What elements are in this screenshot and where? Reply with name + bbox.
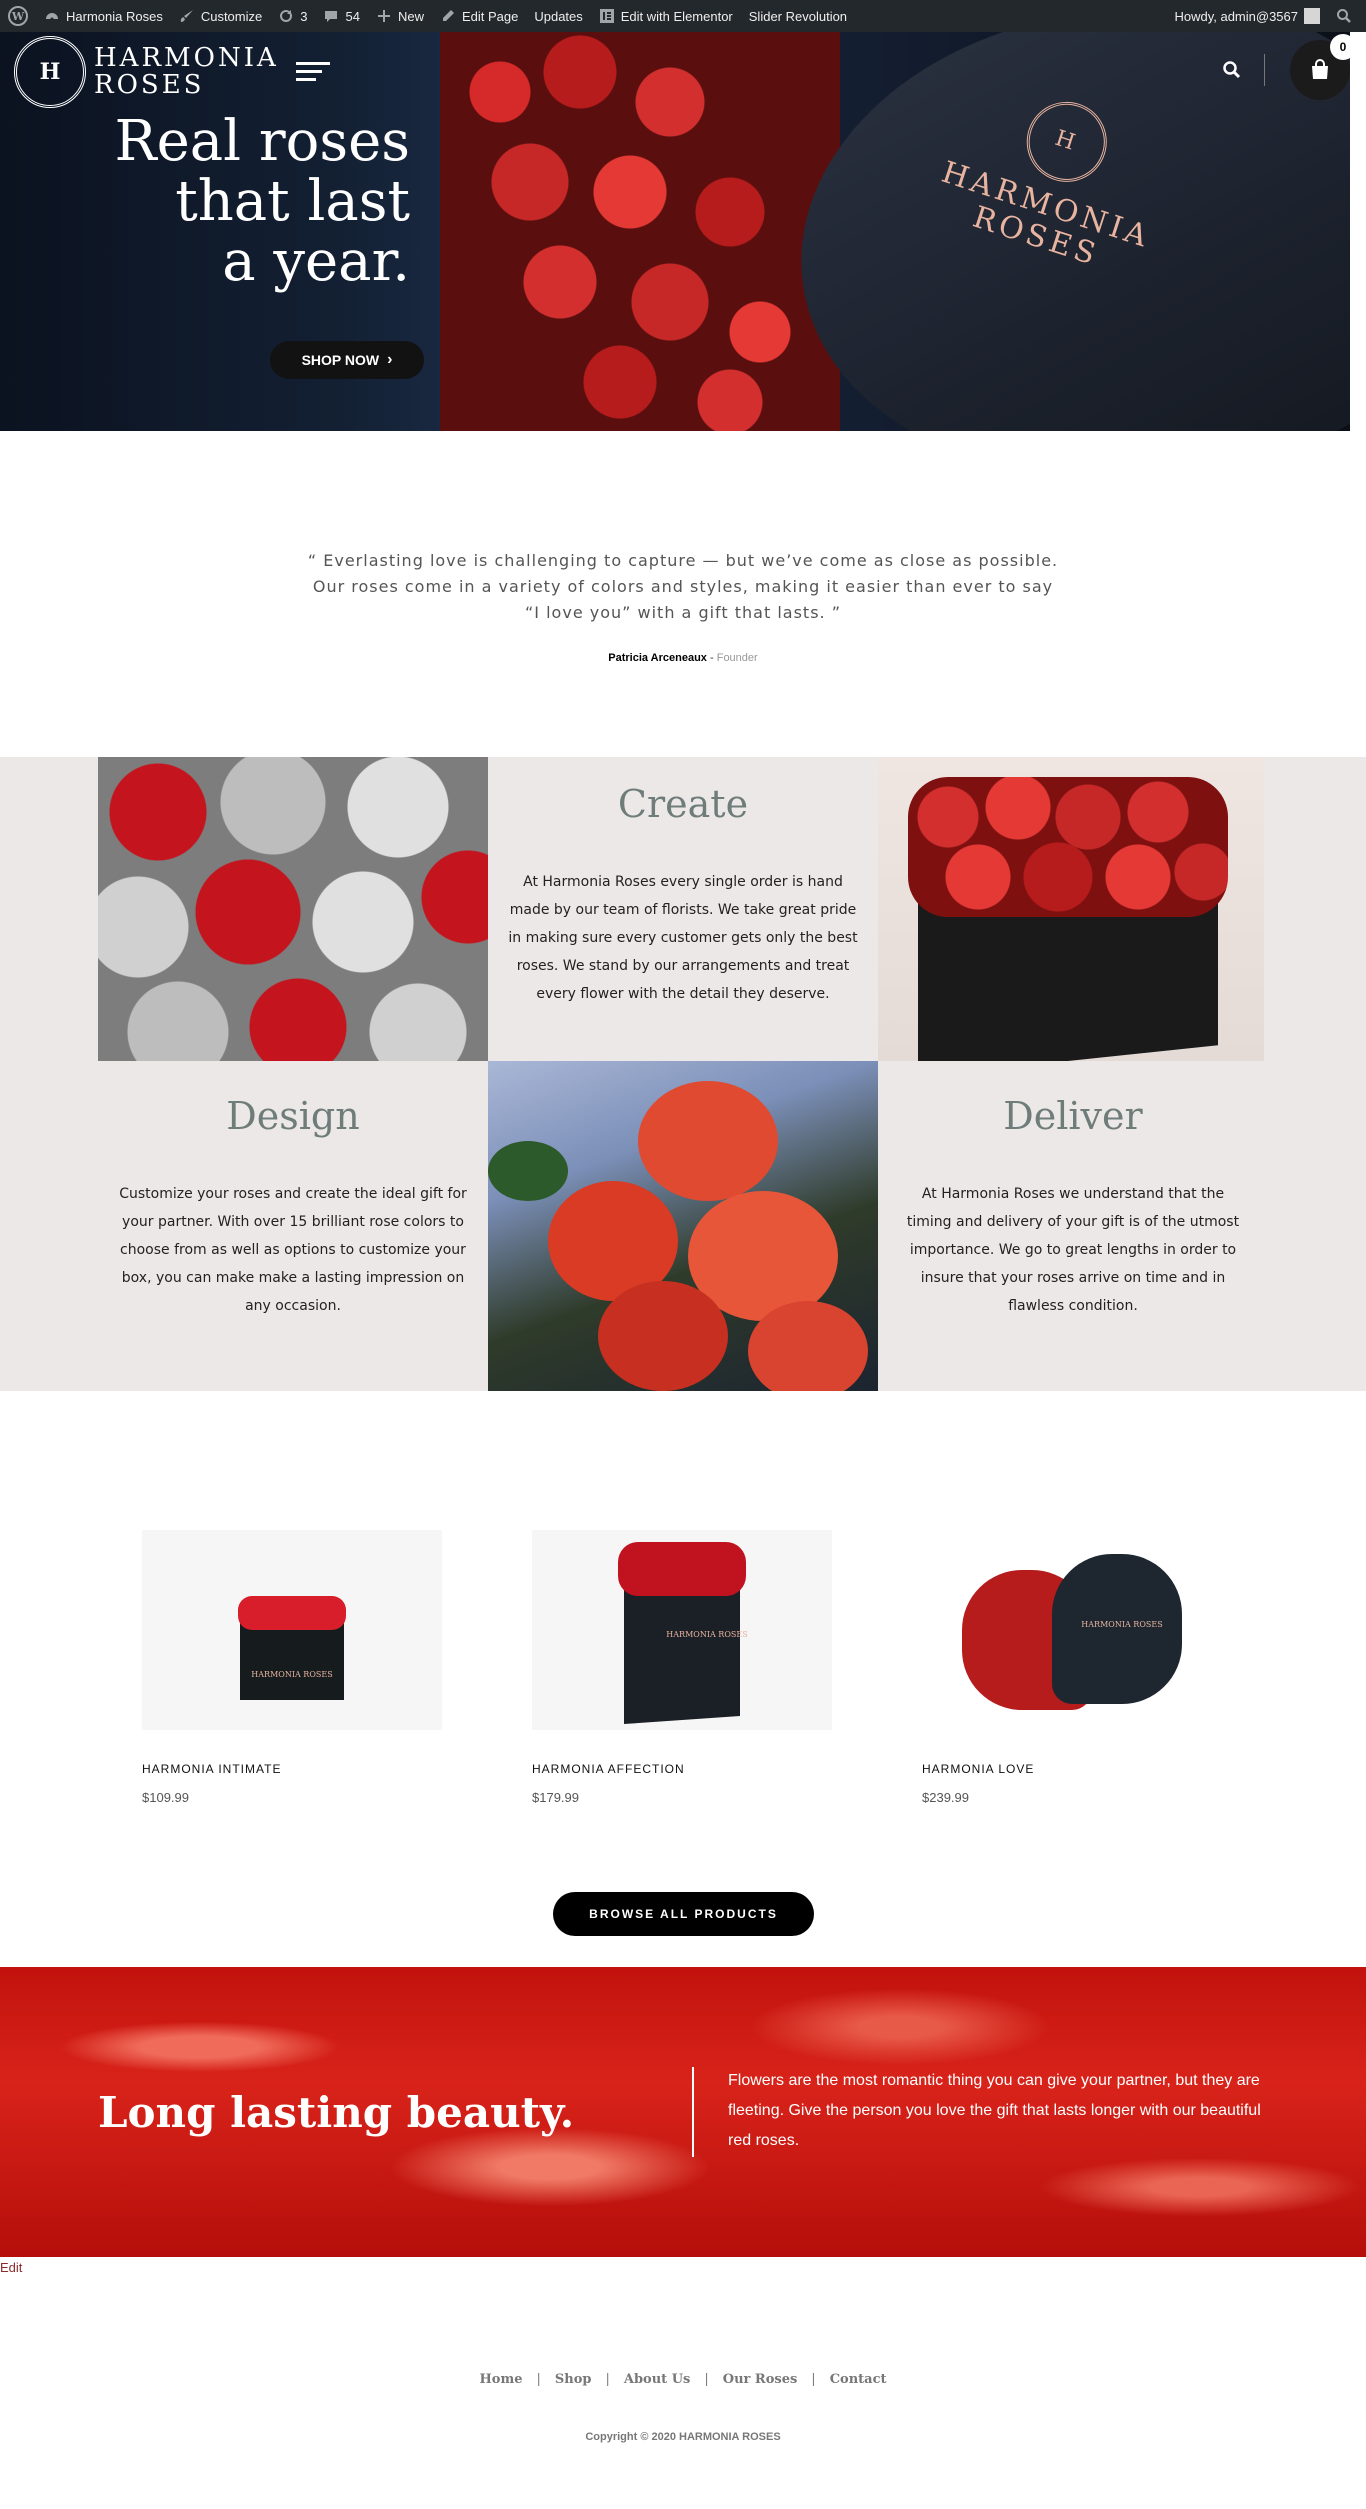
product-price: $109.99: [142, 1790, 189, 1805]
hero-roses-image: [440, 32, 840, 431]
design-title: Design: [226, 1094, 360, 1138]
product-image[interactable]: HARMONIA ROSES: [532, 1530, 832, 1730]
search-icon[interactable]: [1222, 60, 1242, 80]
site-name-label: Harmonia Roses: [66, 8, 163, 24]
banner-title: Long lasting beauty.: [98, 2088, 575, 2137]
new-content-link[interactable]: New: [368, 0, 432, 32]
chevron-right-icon: ›: [387, 351, 393, 368]
refresh-icon: [280, 10, 293, 22]
logo-seal-icon: H: [14, 36, 86, 108]
design-text: Customize your roses and create the idea…: [119, 1186, 467, 1314]
product-image[interactable]: HARMONIA ROSES: [142, 1530, 442, 1730]
hero-title-line1: Real roses: [114, 109, 410, 174]
brush-icon: [180, 10, 193, 22]
edit-with-elementor-label: Edit with Elementor: [620, 8, 733, 24]
product-box-label: HARMONIA ROSES: [251, 1670, 333, 1679]
create-text: At Harmonia Roses every single order is …: [508, 874, 858, 1002]
quote-line1: “ Everlasting love is challenging to cap…: [307, 551, 1059, 570]
howdy-label: Howdy, admin@3567: [1174, 8, 1298, 24]
wordpress-menu[interactable]: W: [0, 0, 36, 32]
customize-link[interactable]: Customize: [171, 0, 270, 32]
footer-link-about-us[interactable]: About Us: [624, 2372, 691, 2387]
quote-line2: Our roses come in a variety of colors an…: [312, 577, 1054, 596]
brand-name-line2: ROSES: [94, 70, 205, 100]
product-price: $179.99: [532, 1790, 579, 1805]
search-icon: [1337, 9, 1351, 23]
product-card[interactable]: HARMONIA ROSES HARMONIA LOVE $239.99: [922, 1530, 1222, 1805]
slider-revolution-label: Slider Revolution: [748, 8, 848, 24]
product-box-label: HARMONIA ROSES: [666, 1630, 748, 1639]
quote-author: Patricia Arceneaux - Founder: [383, 652, 983, 664]
footer-link-contact[interactable]: Contact: [830, 2372, 887, 2387]
site-name-link[interactable]: Harmonia Roses: [36, 0, 171, 32]
updates-count: 3: [300, 8, 308, 24]
product-name[interactable]: HARMONIA LOVE: [922, 1762, 1222, 1776]
comments-count: 54: [345, 8, 360, 24]
cart-icon: [1312, 59, 1328, 79]
admin-bar: W Harmonia Roses Customize 3 54 New Edit…: [0, 0, 1366, 32]
header-divider: [1264, 54, 1265, 86]
brand-name: HARMONIA ROSES: [94, 42, 279, 100]
footer-link-shop[interactable]: Shop: [555, 2372, 592, 2387]
product-price: $239.99: [922, 1790, 969, 1805]
account-menu[interactable]: Howdy, admin@3567: [1166, 0, 1328, 32]
hamburger-icon[interactable]: [296, 62, 330, 82]
hero-title-line3: a year.: [222, 229, 410, 294]
edit-page-label: Edit Page: [461, 8, 519, 24]
deliver-title: Deliver: [1003, 1094, 1143, 1138]
create-block: Create At Harmonia Roses every single or…: [488, 782, 878, 1008]
brand-name-line1: HARMONIA: [94, 42, 279, 73]
hero-title-line2: that last: [175, 169, 410, 234]
footer-link-our-roses[interactable]: Our Roses: [723, 2372, 798, 2387]
site-logo[interactable]: H HARMONIA ROSES: [14, 36, 279, 108]
updates-link[interactable]: Updates: [526, 0, 590, 32]
product-card[interactable]: HARMONIA ROSES HARMONIA AFFECTION $179.9…: [532, 1530, 832, 1805]
updates-count-link[interactable]: 3: [270, 0, 315, 32]
pencil-icon: [442, 10, 454, 21]
quote-author-separator: -: [706, 652, 717, 664]
customize-label: Customize: [200, 8, 263, 24]
quote-line3: “I love you” with a gift that lasts. ”: [525, 603, 841, 622]
create-title: Create: [617, 782, 749, 826]
comment-icon: [325, 11, 338, 22]
grey-red-roses-image: [98, 757, 488, 1061]
quote-author-name: Patricia Arceneaux: [608, 652, 707, 664]
cart-count-badge: 0: [1330, 34, 1356, 60]
product-name[interactable]: HARMONIA INTIMATE: [142, 1762, 442, 1776]
footer-link-home[interactable]: Home: [479, 2372, 522, 2387]
orange-roses-image: [488, 1061, 878, 1391]
quote-author-role: Founder: [716, 652, 758, 664]
product-box-label: HARMONIA ROSES: [1081, 1620, 1163, 1629]
wordpress-icon: W: [8, 6, 28, 26]
edit-with-elementor-link[interactable]: Edit with Elementor: [591, 0, 741, 32]
banner-text: Flowers are the most romantic thing you …: [728, 2072, 1261, 2149]
product-name[interactable]: HARMONIA AFFECTION: [532, 1762, 832, 1776]
slider-revolution-link[interactable]: Slider Revolution: [741, 0, 855, 32]
dashboard-icon: [46, 13, 58, 21]
edit-link[interactable]: Edit: [0, 2260, 22, 2275]
avatar: [1304, 8, 1320, 24]
rose-box-image: [878, 757, 1264, 1061]
edit-page-link[interactable]: Edit Page: [432, 0, 526, 32]
elementor-icon: [599, 9, 614, 23]
founder-quote: “ Everlasting love is challenging to cap…: [283, 548, 1083, 626]
product-image[interactable]: HARMONIA ROSES: [922, 1530, 1222, 1730]
shop-now-button[interactable]: SHOP NOW ›: [270, 341, 424, 379]
banner-divider: [692, 2067, 694, 2157]
browse-all-products-button[interactable]: BROWSE ALL PRODUCTS: [553, 1892, 814, 1936]
deliver-text: At Harmonia Roses we understand that the…: [906, 1186, 1240, 1314]
product-card[interactable]: HARMONIA ROSES HARMONIA INTIMATE $109.99: [142, 1530, 442, 1805]
shop-now-label: SHOP NOW: [301, 352, 380, 368]
updates-label: Updates: [534, 8, 583, 24]
footer-nav: Home | Shop | About Us | Our Roses | Contact: [479, 2372, 887, 2387]
design-block: Design Customize your roses and create t…: [98, 1094, 488, 1320]
deliver-block: Deliver At Harmonia Roses we understand …: [878, 1094, 1268, 1320]
hero-title: Real roses that last a year.: [60, 112, 410, 292]
plus-icon: [377, 10, 390, 22]
new-label: New: [397, 8, 424, 24]
admin-search-button[interactable]: [1328, 0, 1366, 32]
comments-link[interactable]: 54: [315, 0, 367, 32]
copyright: Copyright © 2020 HARMONIA ROSES: [585, 2431, 781, 2443]
